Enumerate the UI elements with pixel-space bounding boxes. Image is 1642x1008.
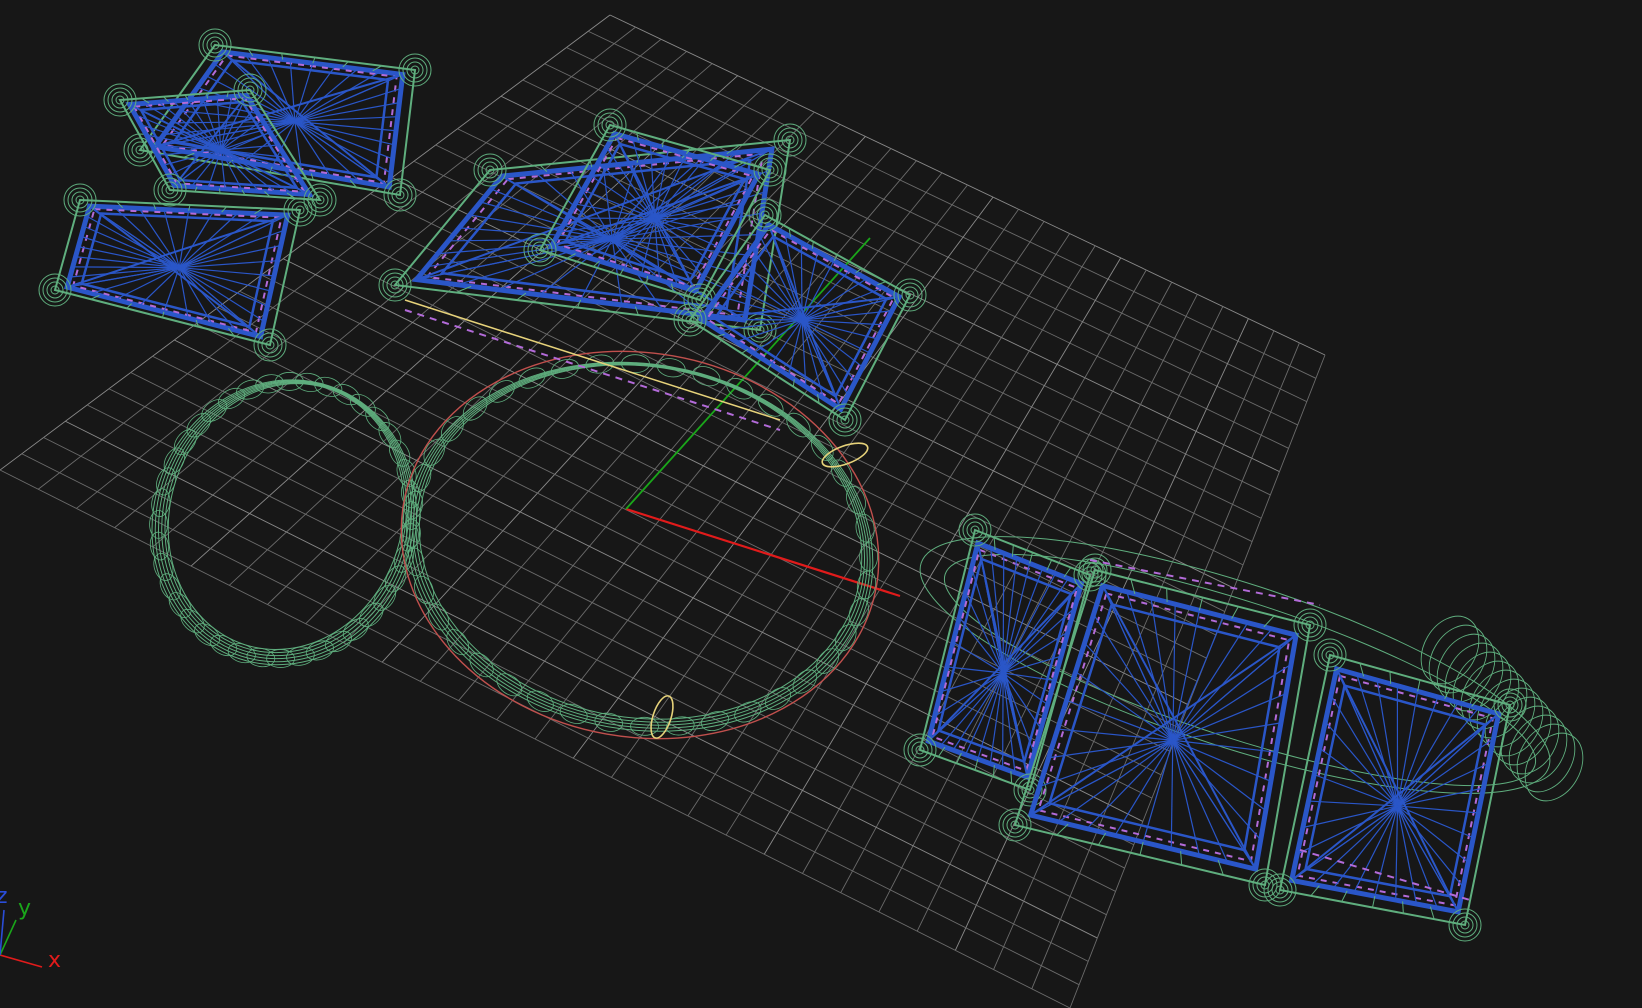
grid-line [840, 281, 1173, 893]
left-gem-a-facet [179, 229, 285, 269]
center-gem-right-facet [801, 319, 885, 326]
band-section [462, 396, 488, 421]
grid-line [763, 257, 1122, 855]
3d-viewport[interactable]: z y x [0, 0, 1642, 1008]
right-gem-right-facet [1296, 805, 1398, 855]
right-gem-main-facet [1075, 671, 1174, 741]
right-gem-right-wall [1402, 901, 1404, 914]
ring-left-wireframe[interactable] [38, 28, 453, 699]
right-gem-main-wall [1056, 823, 1069, 836]
band-wire [161, 381, 410, 657]
right-gem-right-facet [1353, 805, 1399, 893]
scene-canvas[interactable] [0, 0, 1642, 1008]
band-section [1500, 705, 1560, 775]
right-gem-left-wall [1063, 567, 1072, 578]
right-gem-right-facet [1397, 805, 1464, 888]
band-section [1524, 732, 1584, 802]
right-gem-main-facet [1172, 739, 1262, 841]
band-section [496, 673, 523, 697]
grid-line [611, 209, 1019, 778]
ring-right-wireframe[interactable] [896, 485, 1595, 942]
center-gem-top-facet [654, 217, 735, 220]
right-gem-main-wall [1097, 832, 1107, 846]
ring-center-wireframe[interactable] [370, 108, 927, 776]
left-gem-a-facet [178, 213, 264, 269]
center-gem-top-facet [567, 217, 655, 220]
right-gem-right-facet [1324, 721, 1398, 807]
band-section [630, 716, 659, 736]
right-gem-right-facet [1397, 805, 1474, 839]
world-axis-z-label: z [0, 884, 8, 909]
right-gem-right-facet [1396, 805, 1418, 905]
right-gem-right-facet [1397, 805, 1479, 814]
grid-line [993, 330, 1275, 970]
left-gem-b-facet [294, 120, 395, 146]
right-gem-main-diag [1101, 585, 1257, 870]
band-section [1460, 660, 1520, 730]
band-wire [406, 361, 874, 732]
left-gem-b-facet [294, 120, 393, 160]
band-wire [167, 383, 405, 651]
left-gem-c-diag [173, 94, 248, 187]
right-gem-right-facet [1313, 774, 1398, 807]
profile-curve [650, 695, 674, 739]
right-gem-main-wall [1231, 606, 1239, 619]
right-gem-main-facet [1172, 622, 1249, 741]
grid-line [239, 290, 1171, 752]
grid-line [261, 274, 1180, 729]
center-gem-right-facet [801, 251, 819, 321]
left-gem-b-facet [294, 68, 359, 122]
grid-line [283, 258, 1189, 706]
right-gem-left-facet [1002, 553, 1005, 673]
right-gem-left-facet [1002, 573, 1057, 674]
right-gem-right-facet [1312, 805, 1398, 885]
construction-grid [0, 14, 1326, 1008]
right-gem-main-facet [1172, 616, 1225, 741]
right-gem-main-wall [1263, 615, 1275, 628]
gizmo-x-axis [0, 954, 43, 968]
center-gem-right-facet [701, 318, 803, 321]
right-gem-right-facet [1330, 695, 1399, 807]
left-gem-c-wall [219, 188, 221, 194]
world-axis-x-label: x [48, 948, 62, 973]
center-gem-main-facet [448, 238, 613, 242]
band-section [1476, 678, 1536, 748]
right-gem-right-wall [1389, 671, 1392, 684]
right-gem-left-facet [1002, 563, 1031, 674]
world-axis-y-label: y [18, 896, 32, 921]
right-gem-main-facet [1114, 739, 1174, 836]
band-wire [164, 382, 408, 654]
profile-curve [821, 442, 869, 468]
band-wire [157, 380, 413, 660]
ring-size-curve [400, 350, 880, 740]
band-section [518, 367, 546, 389]
